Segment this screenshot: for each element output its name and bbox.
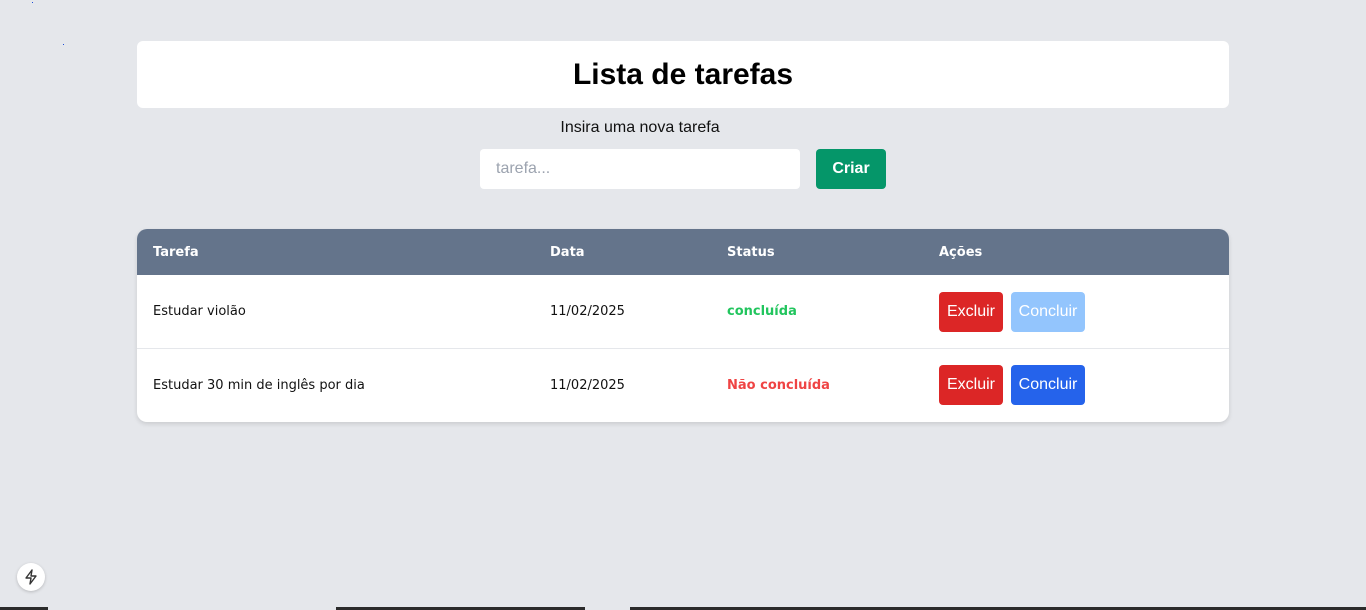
stray-dot [32,2,33,3]
task-date: 11/02/2025 [550,304,625,319]
delete-button[interactable]: Excluir [939,365,1003,405]
delete-button[interactable]: Excluir [939,291,1003,332]
task-actions: Excluir Concluir [939,275,1085,348]
lightning-bolt-icon-glyph [25,569,37,585]
stray-dot [63,44,64,45]
task-status: Não concluída [727,377,830,393]
header-card: Lista de tarefas [137,41,1229,108]
complete-button[interactable]: Concluir [1011,291,1085,332]
page-title: Lista de tarefas [572,57,794,91]
task-actions: Excluir Concluir [939,349,1085,421]
lightning-bolt-icon[interactable] [17,563,45,591]
table-header: Tarefa Data Status Ações [137,229,1229,275]
column-header-status: Status [727,244,775,260]
complete-button[interactable]: Concluir [1011,365,1085,405]
task-name: Estudar 30 min de inglês por dia [153,377,365,393]
task-date: 11/02/2025 [550,377,625,393]
create-button[interactable]: Criar [816,149,886,189]
page: Lista de tarefas Insira uma nova tarefa … [0,0,1366,610]
table-row: Estudar violão 11/02/2025 concluída Excl… [137,275,1229,348]
task-name: Estudar violão [153,304,246,319]
column-header-task: Tarefa [153,244,199,260]
task-input[interactable] [480,149,800,189]
column-header-date: Data [550,244,585,260]
column-header-actions: Ações [939,244,983,260]
task-status: concluída [727,304,797,319]
task-table: Tarefa Data Status Ações Estudar violão … [137,229,1229,422]
new-task-label-row: Insira uma nova tarefa [0,119,1280,137]
table-row: Estudar 30 min de inglês por dia 11/02/2… [137,348,1229,421]
new-task-label: Insira uma nova tarefa [560,119,720,136]
